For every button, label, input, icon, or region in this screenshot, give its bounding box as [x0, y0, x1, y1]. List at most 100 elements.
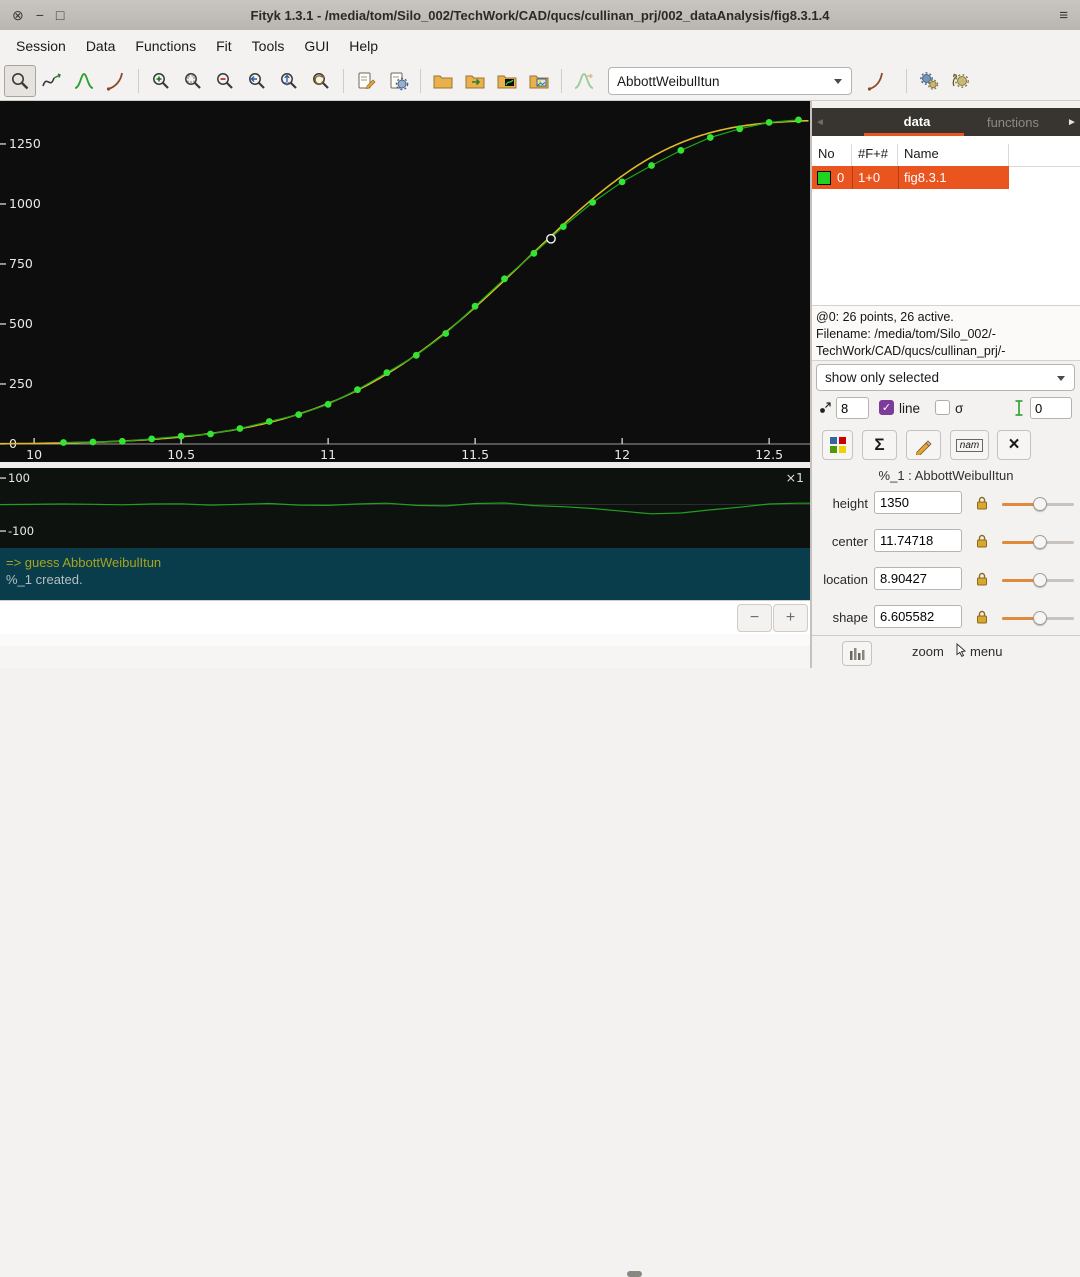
window-title: Fityk 1.3.1 - /media/tom/Silo_002/TechWo… [250, 7, 830, 23]
zoom-region-button[interactable] [177, 65, 209, 97]
save-image-button[interactable] [523, 65, 555, 97]
apply-function-button[interactable] [860, 65, 892, 97]
command-row: − + [0, 600, 810, 634]
menu-functions[interactable]: Functions [125, 30, 206, 62]
grow-input-button[interactable]: + [773, 604, 808, 632]
point-size-input[interactable] [836, 397, 869, 419]
function-selector[interactable]: AbbottWeibulItun [608, 67, 852, 95]
param-row-height: height [812, 489, 1080, 519]
lock-icon[interactable] [975, 609, 989, 628]
mode-add-peak-button[interactable] [68, 65, 100, 97]
show-filter-value: show only selected [825, 370, 940, 385]
command-input[interactable] [4, 605, 728, 631]
edit-function-button[interactable] [906, 430, 941, 460]
lock-icon[interactable] [975, 495, 989, 514]
menu-tools[interactable]: Tools [242, 30, 295, 62]
mode-range-button[interactable] [36, 65, 68, 97]
param-center-input[interactable] [874, 529, 962, 552]
title-bar: ⊗ − □ Fityk 1.3.1 - /media/tom/Silo_002/… [0, 0, 1080, 31]
edit-script-button[interactable] [350, 65, 382, 97]
svg-text:500: 500 [9, 316, 33, 331]
param-shape-input[interactable] [874, 605, 962, 628]
line-checkbox[interactable]: ✓ [879, 400, 894, 415]
param-location-input[interactable] [874, 567, 962, 590]
pointer-hand-icon [954, 642, 968, 661]
dataset-row[interactable]: 0 1+0 fig8.3.1 [812, 166, 1009, 189]
tab-scroll-right-icon[interactable]: ► [1064, 117, 1080, 128]
sigma-glyph: Σ [874, 435, 885, 454]
svg-text:12: 12 [614, 447, 630, 462]
delete-button[interactable]: × [997, 430, 1031, 460]
column-f: #F+# [852, 144, 898, 166]
status-bar [0, 646, 810, 668]
zoom-left-button[interactable] [241, 65, 273, 97]
execute-script-button[interactable] [382, 65, 414, 97]
dataset-color-swatch[interactable] [817, 170, 831, 185]
rename-glyph: nam [955, 438, 984, 452]
info-line: Filename: /media/tom/Silo_002/- [816, 327, 996, 341]
chevron-down-icon [1057, 376, 1065, 381]
param-center-slider[interactable] [1002, 533, 1074, 551]
sigma-checkbox[interactable] [935, 400, 950, 415]
svg-text:250: 250 [9, 376, 33, 391]
action-buttons: Σ nam × [812, 429, 1080, 462]
console-line: => guess AbbottWeibulItun [6, 555, 162, 570]
param-label: shape [832, 610, 868, 625]
menu-help[interactable]: Help [339, 30, 388, 62]
mode-zoom-button[interactable] [4, 65, 36, 97]
open-data-button[interactable] [459, 65, 491, 97]
column-spare [1009, 144, 1080, 166]
colors-button[interactable] [822, 430, 853, 460]
errorbar-size-input[interactable] [1030, 397, 1072, 419]
main-plot[interactable]: 02505007501000125010 10.5 11 11.5 12 12.5 [0, 101, 810, 462]
zoom-out-button[interactable] [209, 65, 241, 97]
save-session-button[interactable] [491, 65, 523, 97]
zoom-previous-button[interactable] [305, 65, 337, 97]
scrollbar-handle[interactable] [627, 1271, 642, 1277]
zoom-vertical-button[interactable] [273, 65, 305, 97]
lock-icon[interactable] [975, 533, 989, 552]
param-label: center [831, 534, 868, 549]
guess-peak-button[interactable] [568, 65, 600, 97]
svg-text:12.5: 12.5 [755, 447, 783, 462]
open-session-button[interactable] [427, 65, 459, 97]
console-line: %_1 created. [6, 572, 83, 587]
column-no: No [812, 144, 852, 166]
show-filter-dropdown[interactable]: show only selected [816, 364, 1075, 391]
menu-label[interactable]: menu [970, 644, 1003, 659]
rename-button[interactable]: nam [950, 430, 989, 460]
param-shape-slider[interactable] [1002, 609, 1074, 627]
param-location-slider[interactable] [1002, 571, 1074, 589]
auxiliary-plot[interactable]: 100 -100 ×1 [0, 468, 810, 548]
menu-gui[interactable]: GUI [294, 30, 339, 62]
sum-button[interactable]: Σ [862, 430, 897, 460]
menu-fit[interactable]: Fit [206, 30, 242, 62]
tab-scroll-left-icon[interactable]: ◄ [812, 117, 828, 128]
svg-text:×1: ×1 [786, 470, 804, 485]
function-selector-value: AbbottWeibulItun [617, 73, 720, 89]
point-size-icon [818, 401, 832, 418]
param-row-center: center [812, 527, 1080, 557]
mode-activate-button[interactable] [100, 65, 132, 97]
undo-fit-button[interactable] [945, 65, 977, 97]
run-fit-button[interactable] [913, 65, 945, 97]
sigma-label: σ [955, 401, 964, 416]
param-height-input[interactable] [874, 491, 962, 514]
zoom-in-button[interactable] [145, 65, 177, 97]
svg-text:750: 750 [9, 256, 33, 271]
menu-session[interactable]: Session [6, 30, 76, 62]
console-output: => guess AbbottWeibulItun %_1 created. [0, 548, 810, 600]
close-glyph: × [1008, 434, 1020, 455]
param-height-slider[interactable] [1002, 495, 1074, 513]
shrink-input-button[interactable]: − [737, 604, 772, 632]
aux-config-button[interactable] [842, 641, 872, 666]
tab-data[interactable]: data [872, 114, 962, 129]
menu-data[interactable]: Data [76, 30, 126, 62]
info-line: TechWork/CAD/qucs/cullinan_prj/- [816, 344, 1006, 358]
tab-functions[interactable]: functions [970, 115, 1056, 130]
dataset-no: 0 [835, 166, 853, 189]
horizontal-scrollbar[interactable] [0, 634, 810, 1277]
lock-icon[interactable] [975, 571, 989, 590]
info-line: @0: 26 points, 26 active. [816, 310, 954, 324]
hamburger-icon[interactable]: ≡ [1059, 7, 1068, 24]
